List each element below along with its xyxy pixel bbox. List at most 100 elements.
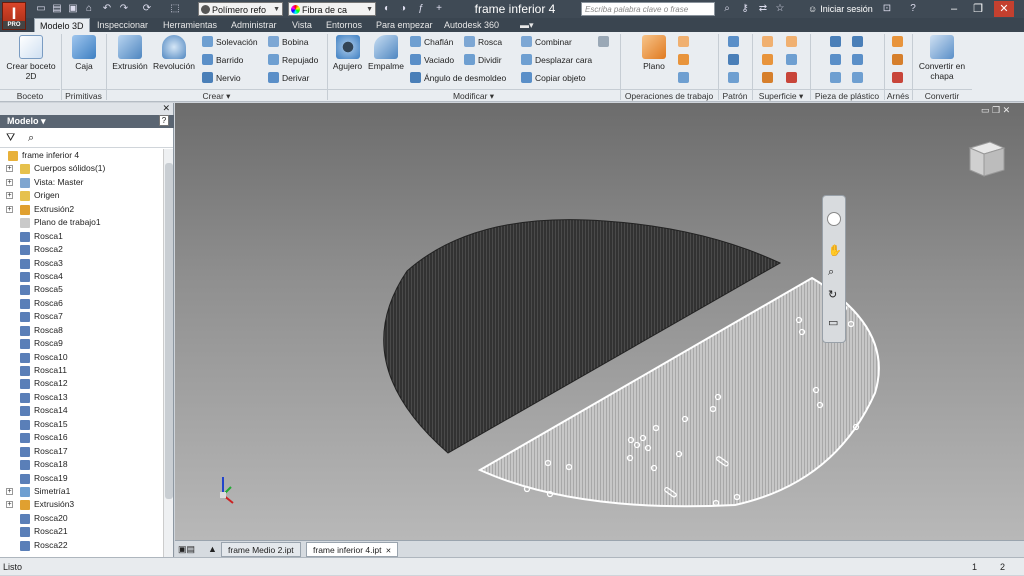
graphics-window[interactable]: ▭ ❐ ✕	[175, 103, 1024, 540]
expand-icon[interactable]: +	[6, 205, 13, 213]
tree-node[interactable]: + Cuerpos sólidos(1)	[0, 162, 163, 175]
harness-button[interactable]	[892, 36, 906, 48]
chamfer-button[interactable]: Chaflán	[410, 36, 453, 48]
derive-button[interactable]: Derivar	[268, 72, 309, 84]
boss-button[interactable]	[830, 54, 844, 66]
move-face-button[interactable]: Desplazar cara	[521, 54, 592, 66]
tree-node[interactable]: Plano de trabajo1	[0, 216, 163, 229]
shell-button[interactable]: Vaciado	[410, 54, 454, 66]
mirror-button[interactable]	[728, 72, 742, 84]
tree-node[interactable]: Rosca4	[0, 270, 163, 283]
tree-node[interactable]: + Vista: Master	[0, 176, 163, 189]
modify-extra-button[interactable]	[598, 36, 612, 48]
stitch-button[interactable]	[762, 54, 776, 66]
close-icon[interactable]: ✕	[386, 548, 392, 555]
tab-vista[interactable]: Vista	[287, 18, 317, 32]
tab-administrar[interactable]: Administrar	[226, 18, 282, 32]
expand-icon[interactable]: +	[6, 165, 13, 173]
tree-node[interactable]: Rosca11	[0, 364, 163, 377]
tree-node[interactable]: Rosca3	[0, 257, 163, 270]
fillet-button[interactable]: Empalme	[366, 35, 406, 71]
snap-fit-button[interactable]	[852, 36, 866, 48]
tree-node[interactable]: Rosca21	[0, 525, 163, 538]
home-icon[interactable]: ⌂	[82, 2, 96, 16]
login-button[interactable]: ☺ Iniciar sesión	[808, 2, 873, 16]
tree-node[interactable]: Rosca16	[0, 431, 163, 444]
tab-modelo-3d[interactable]: Modelo 3D	[34, 18, 90, 32]
help-icon[interactable]: ?	[159, 115, 169, 126]
emboss-button[interactable]: Repujado	[268, 54, 318, 66]
patch-button[interactable]	[762, 72, 776, 84]
tree-node[interactable]: Rosca15	[0, 418, 163, 431]
add-icon[interactable]: +	[432, 2, 446, 16]
tab-autodesk-360[interactable]: Autodesk 360	[439, 18, 504, 32]
appearance-browser-icon[interactable]: ◑	[396, 2, 410, 16]
sculpt-button[interactable]	[786, 36, 800, 48]
split-button[interactable]: Dividir	[464, 54, 502, 66]
expand-icon[interactable]: +	[6, 178, 13, 186]
fx-icon[interactable]: ƒ	[414, 2, 428, 16]
tree-node[interactable]: + Extrusión2	[0, 203, 163, 216]
exchange-icon[interactable]: ⇄	[756, 2, 770, 16]
pan-icon[interactable]: ✋	[828, 244, 842, 257]
tree-node[interactable]: Rosca8	[0, 324, 163, 337]
filter-icon[interactable]: ⛛	[6, 132, 15, 145]
zoom-icon[interactable]: ⌕	[828, 266, 834, 279]
ucs-button[interactable]	[678, 72, 692, 84]
extrude-button[interactable]: Extrusión	[110, 35, 150, 71]
update-icon[interactable]: ⟳	[140, 2, 154, 16]
open-icon[interactable]: ▤	[50, 2, 64, 16]
combine-button[interactable]: Combinar	[521, 36, 572, 48]
rule-fillet-button[interactable]	[852, 54, 866, 66]
tree-node[interactable]: Rosca7	[0, 310, 163, 323]
doc-tab-frame-medio-2[interactable]: frame Medio 2.ipt	[221, 542, 301, 557]
minimize-button[interactable]: –	[944, 1, 964, 17]
tree-node[interactable]: + Origen	[0, 189, 163, 202]
tab-herramientas[interactable]: Herramientas	[158, 18, 222, 32]
material-browser-icon[interactable]: ◐	[380, 2, 394, 16]
rest-button[interactable]	[830, 72, 844, 84]
harness-2-button[interactable]	[892, 54, 906, 66]
tree-node[interactable]: Rosca14	[0, 404, 163, 417]
panel-label-create[interactable]: Crear ▾	[106, 89, 327, 101]
point-button[interactable]	[678, 54, 692, 66]
tree-node[interactable]: Rosca2	[0, 243, 163, 256]
coil-button[interactable]: Bobina	[268, 36, 308, 48]
browser-scrollbar[interactable]	[163, 149, 173, 557]
save-icon[interactable]: ▣	[66, 2, 80, 16]
convert-sheet-button[interactable]: Convertir en chapa	[915, 35, 969, 81]
close-icon[interactable]: ✕	[994, 1, 1014, 17]
binoculars-icon[interactable]: ⌕	[720, 2, 734, 16]
sweep-button[interactable]: Barrido	[202, 54, 243, 66]
app-logo-button[interactable]: I PRO	[2, 2, 26, 30]
axis-button[interactable]	[678, 36, 692, 48]
tab-para-empezar[interactable]: Para empezar	[371, 18, 438, 32]
tree-node[interactable]: Rosca5	[0, 283, 163, 296]
expand-icon[interactable]: +	[6, 487, 13, 495]
look-at-icon[interactable]: ▭	[828, 316, 838, 329]
undo-icon[interactable]: ↶	[100, 2, 114, 16]
close-icon[interactable]: ✕	[162, 103, 170, 114]
thicken-button[interactable]	[762, 36, 776, 48]
orbit-icon[interactable]: ↻	[828, 288, 837, 301]
tree-node[interactable]: Rosca9	[0, 337, 163, 350]
panel-label-surface[interactable]: Superficie ▾	[752, 89, 810, 101]
tile-icon[interactable]: ▣▤	[178, 544, 195, 555]
copy-object-button[interactable]: Copiar objeto	[521, 72, 586, 84]
tree-node[interactable]: + Simetría1	[0, 485, 163, 498]
box-button[interactable]: Caja	[66, 35, 102, 71]
expand-icon[interactable]: +	[6, 192, 13, 200]
rib-button[interactable]: Nervio	[202, 72, 241, 84]
expand-icon[interactable]: +	[6, 501, 13, 509]
tree-node[interactable]: frame inferior 4	[0, 149, 163, 162]
browser-title[interactable]: Modelo ▾	[0, 115, 174, 128]
material-combo[interactable]: Polímero refo ▼	[198, 2, 283, 16]
tab-options-icon[interactable]: ▬▾	[515, 18, 539, 32]
tree-node[interactable]: Rosca20	[0, 512, 163, 525]
circular-pattern-button[interactable]	[728, 54, 742, 66]
delete-face-button[interactable]	[786, 72, 800, 84]
tree-node[interactable]: Rosca6	[0, 297, 163, 310]
create-sketch-button[interactable]: Crear boceto 2D	[4, 35, 58, 81]
new-icon[interactable]: ▭	[34, 2, 48, 16]
viewport-window-controls[interactable]: ▭ ❐ ✕	[981, 105, 1010, 116]
